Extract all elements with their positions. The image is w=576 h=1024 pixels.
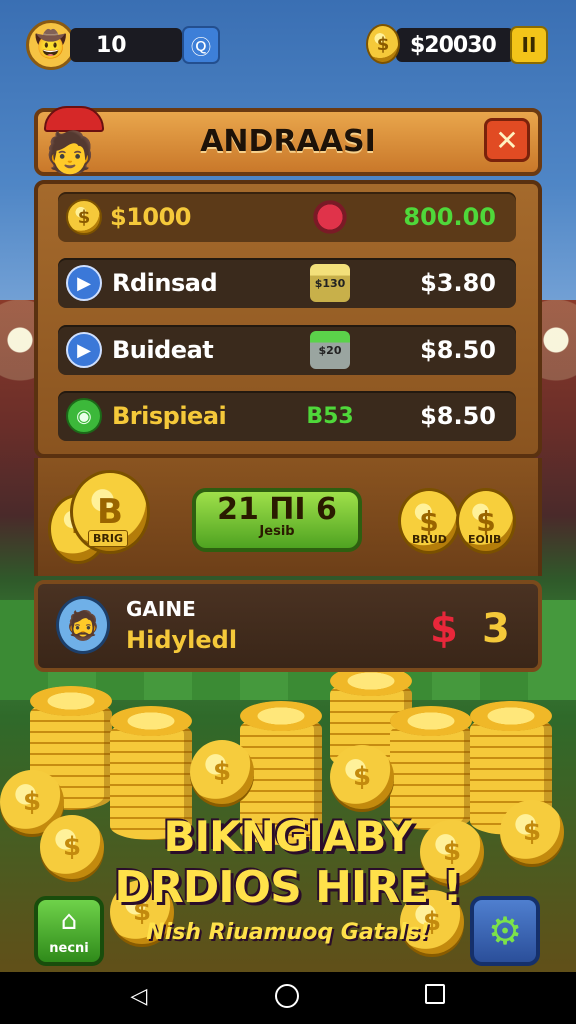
green-coin-icon: ◉ [66, 398, 102, 434]
coin-badge: BRIG [88, 530, 128, 547]
offer-row[interactable]: $ $1000 800.00 [58, 192, 516, 242]
jar-icon: $130 [310, 264, 350, 302]
close-icon: ✕ [495, 123, 519, 157]
settings-button[interactable]: ⚙ [470, 896, 540, 966]
money-counter: $20030 [396, 28, 514, 62]
coin-icon: $ [66, 199, 102, 235]
pause-icon: II [521, 33, 537, 57]
collect-button[interactable]: 21 ΠΙ 6 Jesib [192, 488, 362, 552]
search-button[interactable]: Ⓠ [182, 26, 220, 64]
panel-header: ANDRAASI [34, 108, 542, 176]
jar-icon: $20 [310, 331, 350, 369]
offer-row[interactable]: ◉ Brispieai B53 $8.50 [58, 391, 516, 441]
offer-value: $8.50 [420, 336, 496, 364]
game-info-subtitle: Hidyledl [126, 626, 238, 654]
home-icon[interactable] [272, 984, 302, 1014]
promo-headline: BIKNGIABY [163, 812, 413, 861]
offer-row[interactable]: ▶ Rdinsad $130 $3.80 [58, 258, 516, 308]
house-icon: ⌂ [60, 906, 78, 936]
home-button[interactable]: ⌂ necni [34, 896, 104, 966]
system-navigation-bar: ◁ [0, 972, 576, 1024]
coin-badge: BRUD [412, 533, 447, 546]
coin-letter: B [97, 492, 123, 532]
offer-label: Brispieai [112, 402, 227, 430]
jar-tag: $20 [318, 343, 342, 357]
play-icon: ▶ [66, 332, 102, 368]
offer-price: $3.80 [420, 269, 496, 297]
gem-icon [310, 198, 350, 236]
collect-button-label: 21 ΠΙ 6 [217, 492, 337, 527]
hero-character-icon: 🧑 [45, 130, 95, 176]
jar-tag: $130 [314, 276, 346, 290]
recent-apps-icon[interactable] [420, 984, 450, 1010]
coin: $ [330, 745, 394, 809]
coin-badge: EOIIB [468, 533, 502, 546]
pause-button[interactable]: II [510, 26, 548, 64]
gear-icon: ⚙ [487, 909, 523, 953]
game-info-title: GAINE [126, 597, 196, 621]
game-info-panel [34, 580, 542, 672]
offer-label: Rdinsad [112, 269, 218, 297]
coin-icon: $ [366, 24, 400, 64]
money-value: $20030 [410, 32, 497, 58]
offer-value: $3.80 [420, 269, 496, 297]
close-button[interactable]: ✕ [484, 118, 530, 162]
offer-value: $8.50 [420, 402, 496, 430]
panel-title: ANDRAASI [200, 124, 376, 159]
level-counter: 10 [70, 28, 182, 62]
play-icon: ▶ [66, 265, 102, 301]
back-icon[interactable]: ◁ [124, 984, 154, 1009]
home-button-label: necni [49, 941, 89, 956]
badge-text: B53 [306, 403, 354, 429]
level-value: 10 [96, 32, 127, 58]
search-icon: Ⓠ [191, 34, 211, 59]
dollar-icon: $ [430, 606, 458, 652]
coin: $ [190, 740, 254, 804]
game-info-amount: 3 [482, 606, 510, 652]
offer-label: $1000 [110, 203, 192, 231]
character-avatar-icon: 🧔 [56, 596, 110, 654]
offer-row[interactable]: ▶ Buideat $20 $8.50 [58, 325, 516, 375]
offer-label: Buideat [112, 336, 214, 364]
offer-value: 800.00 [403, 203, 496, 231]
player-avatar-icon[interactable]: 🤠 [26, 20, 76, 70]
